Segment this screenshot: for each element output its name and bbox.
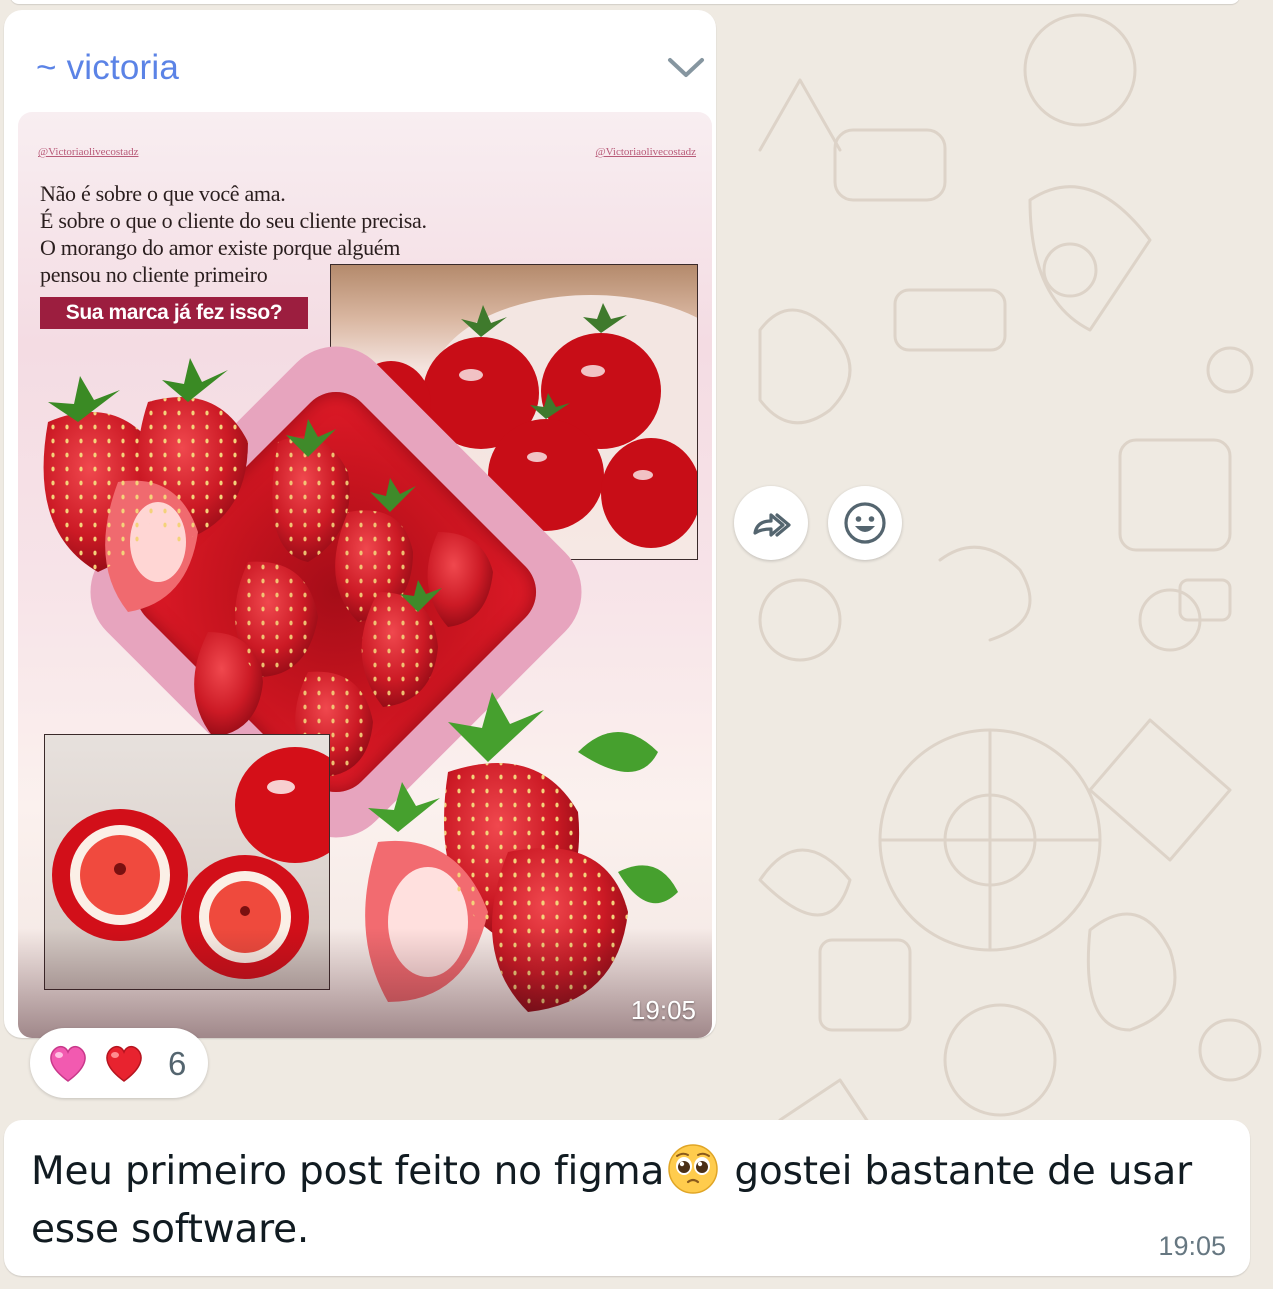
text-message-time: 19:05	[1158, 1231, 1226, 1261]
sender-name[interactable]: ~ victoria	[36, 48, 179, 88]
image-footer-shade	[18, 928, 712, 1038]
image-message-bubble[interactable]: ~ victoria @Victoriaolivecostadz @Victor…	[4, 10, 716, 1038]
forward-icon	[753, 513, 791, 537]
message-text: Meu primeiro post feito no figma gostei …	[31, 1142, 1231, 1259]
reaction-count: 6	[168, 1045, 187, 1082]
previous-message-bubble	[10, 0, 1240, 4]
pink-heart-icon	[50, 1045, 86, 1082]
red-heart-icon	[106, 1045, 142, 1082]
chevron-down-icon[interactable]	[664, 50, 708, 84]
reactions-pill[interactable]: 6	[30, 1028, 208, 1098]
post-caption-line: É sobre o que o cliente do seu cliente p…	[40, 208, 427, 233]
post-caption-line: O morango do amor existe porque alguém	[40, 235, 401, 260]
react-button[interactable]	[828, 486, 902, 560]
image-message-time: 19:05	[630, 995, 696, 1025]
post-image[interactable]: @Victoriaolivecostadz @Victoriaolivecost…	[18, 112, 712, 1038]
post-caption-line: pensou no cliente primeiro	[40, 262, 268, 287]
message-text-part-1: Meu primeiro post feito no figma	[31, 1149, 665, 1194]
post-caption: Não é sobre o que você ama. É sobre o qu…	[40, 180, 540, 288]
pleading-face-icon	[668, 1144, 718, 1194]
post-caption-line: Não é sobre o que você ama.	[40, 181, 286, 206]
smiley-icon	[844, 502, 886, 544]
forward-button[interactable]	[734, 486, 808, 560]
post-cta-banner: Sua marca já fez isso?	[40, 297, 308, 329]
text-message-bubble[interactable]: Meu primeiro post feito no figma gostei …	[4, 1120, 1250, 1276]
